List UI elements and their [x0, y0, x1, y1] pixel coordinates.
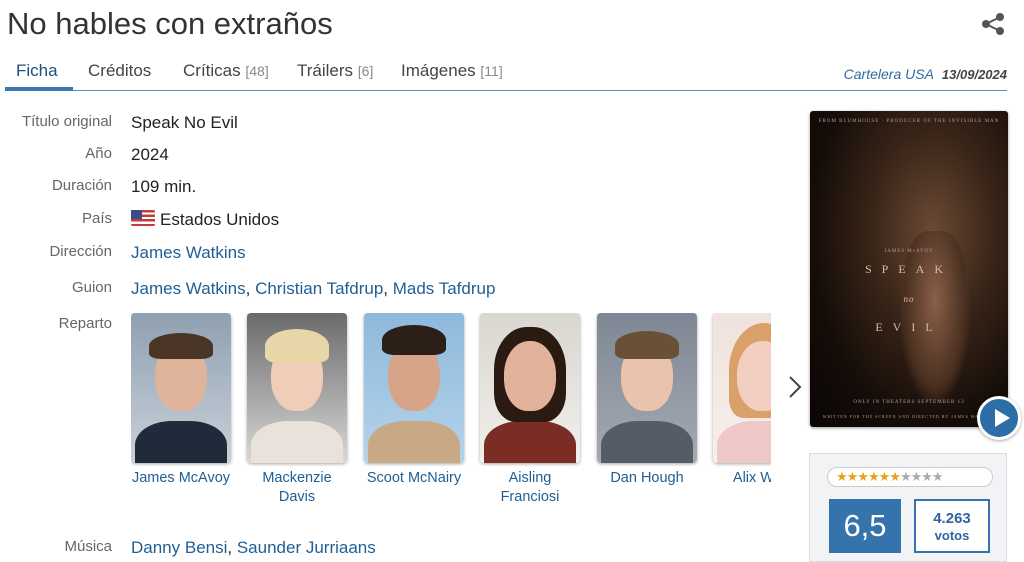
tab-label: Tráilers [297, 61, 354, 80]
tab-label: Imágenes [401, 61, 476, 80]
composer-link[interactable]: Saunder Jurriaans [237, 538, 376, 557]
filled-stars-icon: ★★★★★★ [836, 469, 901, 484]
poster-actor-name: JAMES McAVOY [884, 249, 934, 254]
cast-member[interactable]: James McAvoy [131, 313, 231, 488]
music-label: Música [64, 538, 112, 555]
tab-imagenes[interactable]: Imágenes [11] [401, 61, 503, 81]
actor-photo[interactable] [364, 313, 464, 463]
release-info: Cartelera USA 13/09/2024 [844, 66, 1007, 82]
release-date: 13/09/2024 [941, 67, 1007, 82]
cast-member[interactable]: Alix West [713, 313, 771, 488]
director-label: Dirección [49, 243, 112, 260]
empty-stars-icon: ★★★★ [899, 469, 944, 484]
composer-link[interactable]: Danny Bensi [131, 538, 227, 557]
duration-label: Duración [51, 177, 112, 194]
poster-title-word: EVIL [875, 320, 943, 334]
rating-panel: ★★★★★★★★★★ 6,5 4.263 votos [809, 453, 1007, 562]
average-score: 6,5 [829, 499, 901, 553]
tab-bar: Ficha Créditos Críticas [48] Tráilers [6… [5, 58, 1007, 91]
cast-label: Reparto [58, 315, 112, 332]
cast-member[interactable]: Scoot McNairy [364, 313, 464, 488]
share-icon[interactable] [980, 12, 1006, 36]
votes-label: votos [934, 528, 970, 543]
cast-carousel: James McAvoy Mackenzie Davis Scoot McNair… [131, 313, 771, 513]
actor-photo[interactable] [480, 313, 580, 463]
actor-name[interactable]: James McAvoy [131, 469, 231, 488]
original-title-value: Speak No Evil [131, 113, 238, 132]
country-name: Estados Unidos [160, 210, 280, 229]
director-link[interactable]: James Watkins [131, 243, 246, 262]
actor-photo[interactable] [713, 313, 771, 463]
writer-link[interactable]: James Watkins [131, 279, 246, 298]
vote-count-box[interactable]: 4.263 votos [914, 499, 990, 553]
tab-label: Críticas [183, 61, 241, 80]
actor-name[interactable]: Alix West [713, 469, 771, 488]
vote-count: 4.263 [933, 510, 971, 527]
original-title-label: Título original [21, 113, 112, 130]
poster-title-word: SPEAK [864, 262, 953, 276]
country-label: País [81, 210, 112, 227]
tab-trailers[interactable]: Tráilers [6] [297, 61, 373, 81]
cast-member[interactable]: Dan Hough [597, 313, 697, 488]
music-value: Danny Bensi, Saunder Jurriaans [131, 538, 376, 557]
tab-count: [11] [480, 63, 503, 79]
cast-member[interactable]: Aisling Franciosi [480, 313, 580, 507]
actor-photo[interactable] [131, 313, 231, 463]
actor-name[interactable]: Mackenzie Davis [247, 469, 347, 507]
director-value: James Watkins [131, 243, 246, 263]
movie-poster[interactable]: FROM BLUMHOUSE · PRODUCER OF THE INVISIB… [810, 111, 1008, 427]
star-rating-widget[interactable]: ★★★★★★★★★★ [827, 467, 993, 487]
actor-name[interactable]: Dan Hough [597, 469, 697, 488]
poster-title-word: no [903, 294, 915, 304]
tab-ficha[interactable]: Ficha [16, 61, 58, 81]
active-tab-indicator [5, 87, 73, 91]
script-value: James Watkins, Christian Tafdrup, Mads T… [131, 279, 496, 298]
page-title: No hables con extraños [7, 6, 333, 41]
poster-hand-image [900, 231, 970, 401]
actor-photo[interactable] [247, 313, 347, 463]
play-trailer-button[interactable] [977, 396, 1021, 440]
tab-count: [48] [245, 63, 269, 79]
tab-label: Ficha [16, 61, 58, 80]
poster-release-text: ONLY IN THEATERS SEPTEMBER 13 [853, 400, 965, 405]
chevron-right-icon[interactable] [786, 374, 804, 400]
country-value: Estados Unidos [131, 210, 279, 230]
tab-label: Créditos [88, 61, 152, 80]
cast-member[interactable]: Mackenzie Davis [247, 313, 347, 507]
usa-flag-icon [131, 210, 155, 226]
year-label: Año [85, 145, 112, 162]
tab-count: [6] [357, 63, 374, 79]
poster-top-credit: FROM BLUMHOUSE · PRODUCER OF THE INVISIB… [818, 119, 1000, 124]
tab-creditos[interactable]: Créditos [88, 61, 151, 81]
actor-photo[interactable] [597, 313, 697, 463]
duration-value: 109 min. [131, 177, 197, 196]
writer-link[interactable]: Christian Tafdrup [255, 279, 383, 298]
writer-link[interactable]: Mads Tafdrup [393, 279, 496, 298]
script-label: Guion [71, 279, 112, 296]
release-place-link[interactable]: Cartelera USA [844, 66, 934, 82]
tab-criticas[interactable]: Críticas [48] [183, 61, 269, 81]
year-value: 2024 [131, 145, 169, 164]
actor-name[interactable]: Scoot McNairy [364, 469, 464, 488]
actor-name[interactable]: Aisling Franciosi [480, 469, 580, 507]
